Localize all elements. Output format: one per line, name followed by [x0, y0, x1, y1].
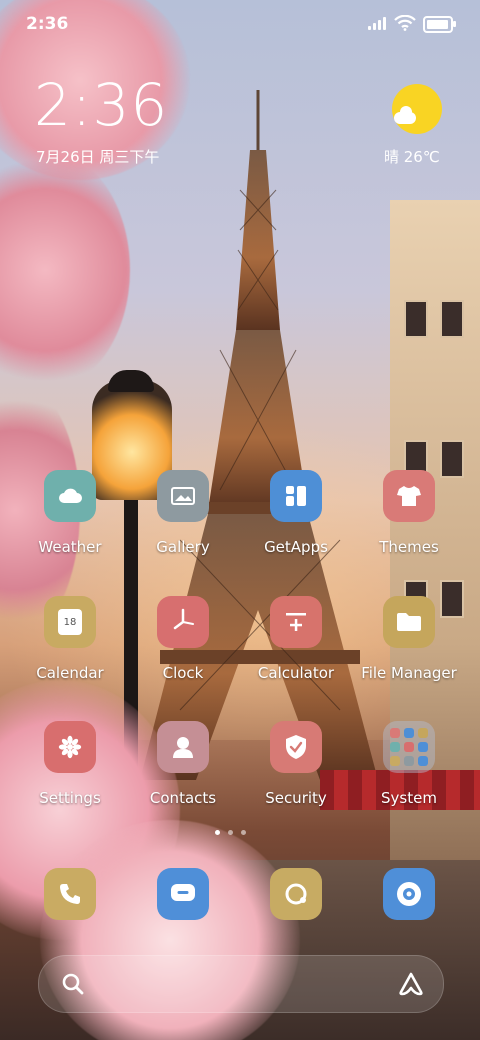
- phone-icon: [44, 868, 96, 920]
- home-screen: 2:36 2:36 7月26日 周三下午 晴 26℃ Weather Galle…: [0, 0, 480, 1040]
- folder-grid-icon: [383, 721, 435, 773]
- building-wallpaper: [390, 200, 480, 940]
- folder-icon: [383, 596, 435, 648]
- lamp-cap-wallpaper: [108, 370, 154, 392]
- image-icon: [157, 470, 209, 522]
- app-label: File Manager: [361, 664, 457, 682]
- app-file-manager[interactable]: File Manager: [359, 596, 459, 682]
- dock-messages[interactable]: [133, 868, 233, 920]
- page-indicator[interactable]: [215, 830, 246, 835]
- weather-text: 晴 26℃: [384, 148, 440, 166]
- app-gallery[interactable]: Gallery: [133, 470, 233, 556]
- shield-icon: [270, 721, 322, 773]
- app-getapps[interactable]: GetApps: [246, 470, 346, 556]
- browser-icon: [270, 868, 322, 920]
- app-themes[interactable]: Themes: [359, 470, 459, 556]
- eiffel-tower-wallpaper: [140, 90, 378, 780]
- calendar-day: 18: [58, 609, 82, 635]
- status-time: 2:36: [26, 14, 69, 34]
- app-label: Themes: [379, 538, 439, 556]
- app-clock[interactable]: Clock: [133, 596, 233, 682]
- calendar-icon: 18: [44, 596, 96, 648]
- app-label: Clock: [162, 664, 204, 682]
- app-label: Gallery: [156, 538, 210, 556]
- widget-date: 7月26日 周三下午: [36, 148, 160, 166]
- wifi-icon: [394, 15, 416, 31]
- app-settings[interactable]: Settings: [20, 721, 120, 807]
- app-label: System: [381, 789, 437, 807]
- clock-icon: [157, 596, 209, 648]
- app-contacts[interactable]: Contacts: [133, 721, 233, 807]
- cloud-icon: [44, 470, 96, 522]
- gear-icon: [44, 721, 96, 773]
- dock-phone[interactable]: [20, 868, 120, 920]
- app-label: Security: [265, 789, 327, 807]
- message-icon: [157, 868, 209, 920]
- folder-system[interactable]: System: [359, 721, 459, 807]
- app-security[interactable]: Security: [246, 721, 346, 807]
- tshirt-icon: [383, 470, 435, 522]
- search-bar[interactable]: [38, 955, 444, 1013]
- signal-icon: [368, 17, 386, 30]
- app-weather[interactable]: Weather: [20, 470, 120, 556]
- app-calendar[interactable]: 18 Calendar: [20, 596, 120, 682]
- app-label: Contacts: [149, 789, 217, 807]
- dock-browser[interactable]: [246, 868, 346, 920]
- app-label: Calendar: [36, 664, 104, 682]
- status-bar: 2:36: [0, 0, 480, 48]
- dock-camera[interactable]: [359, 868, 459, 920]
- app-label: Settings: [39, 789, 101, 807]
- battery-icon: [423, 16, 456, 33]
- calculator-icon: [270, 596, 322, 648]
- getapps-icon: [270, 470, 322, 522]
- app-label: Calculator: [257, 664, 335, 682]
- camera-icon: [383, 868, 435, 920]
- search-icon: [62, 973, 84, 995]
- app-label: GetApps: [264, 538, 328, 556]
- app-calculator[interactable]: Calculator: [246, 596, 346, 682]
- app-label: Weather: [38, 538, 102, 556]
- assistant-icon[interactable]: [397, 971, 425, 997]
- sunny-icon: [392, 84, 442, 134]
- widget-time: 2:36: [34, 71, 169, 139]
- person-icon: [157, 721, 209, 773]
